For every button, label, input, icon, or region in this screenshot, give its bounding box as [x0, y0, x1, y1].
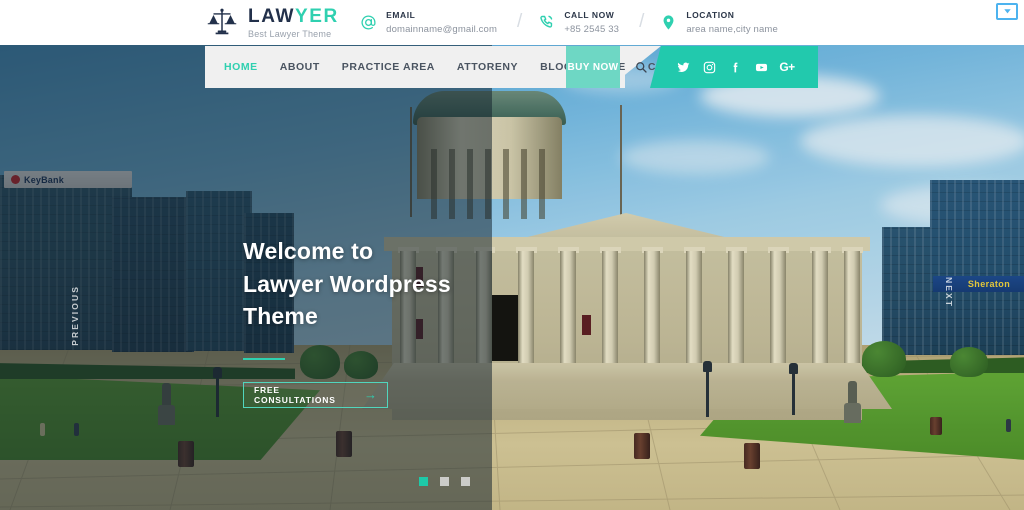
facebook-link[interactable]: [728, 60, 742, 74]
hero-title-line-2: Lawyer Wordpress: [243, 270, 451, 297]
contact-location[interactable]: LOCATION area name,city name: [660, 11, 778, 34]
hero-title-line-3: Theme: [243, 303, 318, 330]
instagram-icon: [703, 61, 715, 73]
nav-item-attoreny[interactable]: ATTORENY: [446, 46, 529, 88]
main-navigation: HOME ABOUT PRACTICE AREA ATTORENY BLOG P…: [0, 46, 1024, 88]
contact-phone[interactable]: CALL NOW +85 2545 33: [538, 11, 619, 34]
slider-dots: [419, 477, 470, 486]
divider-1: /: [517, 10, 523, 32]
hero-content: Welcome to Lawyer Wordpress Theme FREE C…: [243, 235, 451, 408]
slider-dot-2[interactable]: [440, 477, 449, 486]
social-links-bar: G+: [650, 46, 818, 88]
brand-name-accent: YER: [295, 5, 339, 27]
contact-location-value: area name,city name: [686, 23, 778, 35]
facebook-icon: [733, 62, 737, 72]
brand-text: LAWYER Best Lawyer Theme: [248, 7, 339, 39]
google-plus-link[interactable]: G+: [779, 60, 795, 74]
top-bar-inner: LAWYER Best Lawyer Theme / EMAIL domainn…: [205, 0, 778, 45]
top-bar: LAWYER Best Lawyer Theme / EMAIL domainn…: [0, 0, 1024, 45]
divider-2: /: [639, 10, 645, 32]
contact-location-text: LOCATION area name,city name: [686, 11, 778, 34]
map-pin-icon: [663, 15, 674, 30]
contact-phone-value: +85 2545 33: [564, 23, 620, 35]
contact-email-value: domainname@gmail.com: [386, 23, 498, 35]
free-consultations-button[interactable]: FREE CONSULTATIONS →: [243, 381, 388, 408]
google-plus-icon: G+: [779, 60, 795, 74]
scales-of-justice-icon: [207, 8, 237, 34]
contact-email[interactable]: EMAIL domainname@gmail.com: [360, 11, 497, 34]
download-box-icon[interactable]: [996, 3, 1018, 20]
nav-item-practice-area[interactable]: PRACTICE AREA: [331, 46, 446, 88]
contact-email-label: EMAIL: [386, 10, 416, 20]
nav-item-home[interactable]: HOME: [213, 46, 269, 88]
brand-logo-link[interactable]: LAWYER Best Lawyer Theme: [205, 6, 339, 40]
slider-previous-button[interactable]: PREVIOUS: [70, 285, 80, 346]
search-icon: [636, 62, 647, 73]
contact-phone-text: CALL NOW +85 2545 33: [564, 11, 619, 34]
buy-now-button[interactable]: BUY NOW: [566, 46, 620, 88]
slider-dot-1[interactable]: [419, 477, 428, 486]
nav-item-about[interactable]: ABOUT: [269, 46, 331, 88]
at-sign-icon: [361, 15, 376, 30]
slider-dot-3[interactable]: [461, 477, 470, 486]
hero-slider: KeyBank Sheraton: [0, 45, 1024, 510]
hero-title: Welcome to Lawyer Wordpress Theme: [243, 235, 451, 333]
caret-down-icon: [1003, 9, 1011, 14]
phone-call-icon: [540, 15, 553, 28]
twitter-icon: [677, 62, 689, 72]
brand-tagline: Best Lawyer Theme: [248, 28, 332, 39]
slider-next-button[interactable]: NEXT: [944, 277, 954, 308]
hero-divider: [243, 357, 285, 360]
contact-phone-label: CALL NOW: [564, 10, 615, 20]
brand-name: LAWYER: [248, 7, 339, 26]
contact-location-label: LOCATION: [686, 10, 735, 20]
twitter-link[interactable]: [676, 60, 690, 74]
contact-email-text: EMAIL domainname@gmail.com: [386, 11, 497, 34]
youtube-link[interactable]: [754, 60, 768, 74]
brand-name-dark: LAW: [248, 5, 296, 27]
page-root: KeyBank Sheraton: [0, 0, 1024, 510]
hero-title-line-1: Welcome to: [243, 238, 374, 264]
instagram-link[interactable]: [702, 60, 716, 74]
youtube-icon: [755, 63, 767, 71]
free-consultations-label: FREE CONSULTATIONS: [254, 384, 336, 405]
arrow-right-icon: →: [364, 387, 377, 403]
